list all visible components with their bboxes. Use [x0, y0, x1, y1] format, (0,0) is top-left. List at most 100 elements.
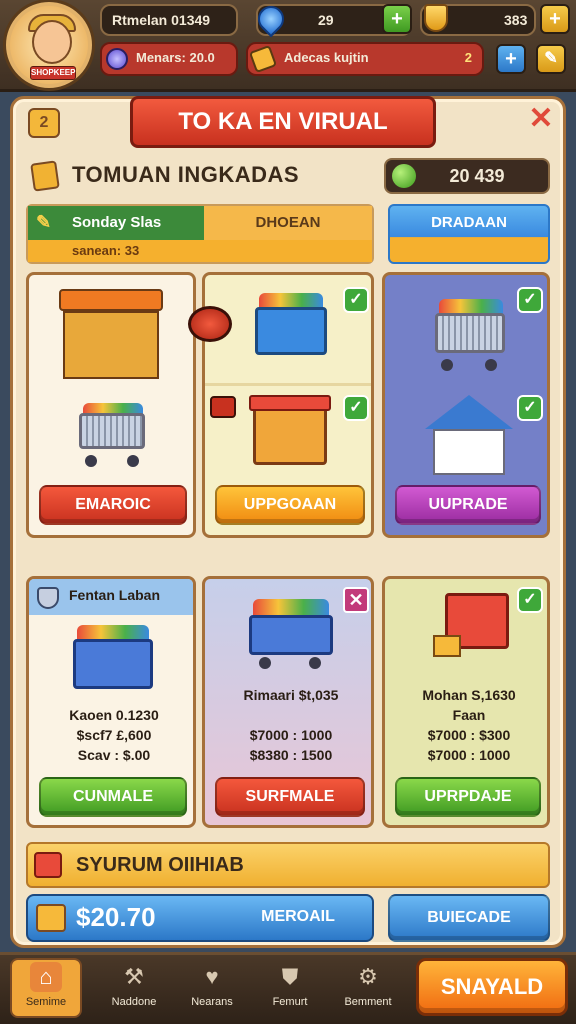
card-stat: $8380 : 1500 [249, 747, 333, 763]
card-button[interactable]: UPPGOAAN [215, 485, 365, 525]
card-stat: $7000 : 1000 [249, 727, 333, 743]
check-icon: ✓ [517, 587, 543, 613]
heart-icon: ♥ [205, 964, 219, 989]
nav-settings[interactable]: ⚙ Bemment [332, 960, 404, 1016]
card-stat: $7000 : $300 [427, 727, 511, 743]
shop-card[interactable]: EMAROIC [26, 272, 196, 538]
banner-label: SYURUM OIIHIAB [76, 854, 244, 876]
panel-title: TO KA EN VIRUAL [130, 96, 436, 148]
cart-icon [249, 615, 333, 655]
player-name: Rtmelan 01349 [100, 4, 238, 36]
card-button[interactable]: UUPRADE [395, 485, 541, 525]
section-title: TOMUAN INGKADAS [72, 162, 300, 187]
money-amount: $20.70 [76, 902, 156, 932]
close-icon[interactable]: ✕ [343, 587, 369, 613]
card-button[interactable]: EMAROIC [39, 485, 187, 525]
market-stall-icon [63, 311, 159, 379]
nav-build[interactable]: ⚒ Naddone [98, 960, 170, 1016]
check-icon: ✓ [343, 287, 369, 313]
gift-icon [34, 852, 62, 878]
check-icon: ✓ [343, 395, 369, 421]
card-stat: Faan [452, 707, 486, 723]
shield-icon [37, 587, 59, 609]
card-button[interactable]: UPRPDAJE [395, 777, 541, 817]
cart-icon [73, 639, 153, 689]
shield-icon: ⛊ [281, 964, 299, 989]
house-roof-icon [425, 395, 513, 429]
card-button[interactable]: SURFMALE [215, 777, 365, 817]
add-coins-button[interactable]: + [540, 4, 570, 34]
nav-label: Semime [25, 996, 67, 1008]
nav-defense[interactable]: ⛊ Femurt [254, 960, 326, 1016]
house-icon [433, 429, 505, 475]
ticket-icon [30, 160, 60, 192]
card-divider [205, 383, 371, 386]
upgrade-card[interactable]: Fentan Laban Kaoen 0.1230 $scf7 £,600 Sc… [26, 576, 196, 828]
shopping-cart-icon [79, 413, 145, 449]
treasure-chest-icon [36, 904, 66, 932]
side-upgrade-button[interactable]: DRADAAN [388, 204, 550, 264]
add-boost-button[interactable]: + [496, 44, 526, 74]
card-title: Rimaari $t,035 [243, 687, 339, 703]
gems-count: 29 [318, 12, 334, 28]
upgrade-button[interactable]: BUIECADE [388, 894, 550, 942]
edit-icon[interactable]: ✎ [536, 44, 566, 74]
crate-icon [255, 307, 327, 355]
card-stat: Scav : $.00 [77, 747, 151, 763]
level-badge: 2 [28, 108, 60, 138]
box-icon [433, 635, 461, 657]
shield-coin-icon [424, 4, 448, 32]
nav-label: Femurt [272, 996, 308, 1008]
progress-bar: Sonday Slas ✎ DHOEAN sanean: 33 [26, 204, 374, 264]
wheel-icon [127, 455, 139, 467]
nav-label: Nearans [191, 996, 233, 1008]
save-button[interactable]: SNAYALD [416, 958, 568, 1016]
robot-helper-icon [188, 306, 232, 342]
close-icon[interactable]: ✕ [526, 104, 556, 134]
player-avatar[interactable]: SHOPKEEP [6, 2, 92, 88]
home-icon: ⌂ [30, 962, 62, 992]
promo-banner[interactable]: SYURUM OIIHIAB [26, 842, 550, 888]
bonus2-count: 2 [464, 50, 472, 65]
green-gem-icon [392, 164, 416, 188]
kiosk-roof-icon [249, 395, 331, 411]
check-icon: ✓ [517, 287, 543, 313]
card-stat: Kaoen 0.1230 [69, 707, 159, 723]
wheel-icon [441, 359, 453, 371]
card-stat: $7000 : 1000 [427, 747, 511, 763]
wheel-icon [485, 359, 497, 371]
card-button[interactable]: CUNMALE [39, 777, 187, 817]
pencil-icon: ✎ [36, 212, 52, 232]
card-title: Fentan Laban [69, 587, 161, 603]
mini-cart-icon [210, 396, 236, 418]
face-icon [32, 20, 72, 64]
player-badge: SHOPKEEP [30, 66, 76, 80]
coins-count: 383 [504, 12, 528, 28]
wheel-icon [85, 455, 97, 467]
bonus2-display: Adecas kujtin 2 [246, 42, 484, 76]
money-bar[interactable]: $20.70 MEROAIL [26, 894, 374, 942]
money-label: MEROAIL [261, 908, 335, 925]
shop-card[interactable]: ✓ ✓ UUPRADE [382, 272, 550, 538]
potion-icon [106, 48, 128, 70]
wheel-icon [259, 657, 271, 669]
nav-favorites[interactable]: ♥ Nearans [176, 960, 248, 1016]
upgrade-card[interactable]: ✕ Rimaari $t,035 $7000 : 1000 $8380 : 15… [202, 576, 374, 828]
card-title: Mohan S,1630 [422, 687, 516, 703]
shopping-cart-icon [435, 313, 505, 353]
nav-label: Naddone [111, 996, 157, 1008]
progress-right-label: DHOEAN [204, 206, 372, 240]
nav-label: Bemment [344, 996, 392, 1008]
check-icon: ✓ [517, 395, 543, 421]
progress-sub-label: sanean: 33 [28, 240, 372, 262]
gear-icon: ⚙ [358, 964, 378, 989]
bonus2-label: Adecas kujtin [284, 50, 369, 65]
side-button-label: DRADAAN [431, 214, 507, 231]
hammer-icon: ⚒ [124, 964, 144, 989]
add-gems-button[interactable]: + [382, 4, 412, 34]
upgrade-card[interactable]: ✓ Mohan S,1630 Faan $7000 : $300 $7000 :… [382, 576, 550, 828]
card-stat: $scf7 £,600 [76, 727, 152, 743]
kiosk-icon [253, 407, 327, 465]
wheel-icon [309, 657, 321, 669]
nav-home[interactable]: ⌂ Semime [10, 958, 82, 1018]
